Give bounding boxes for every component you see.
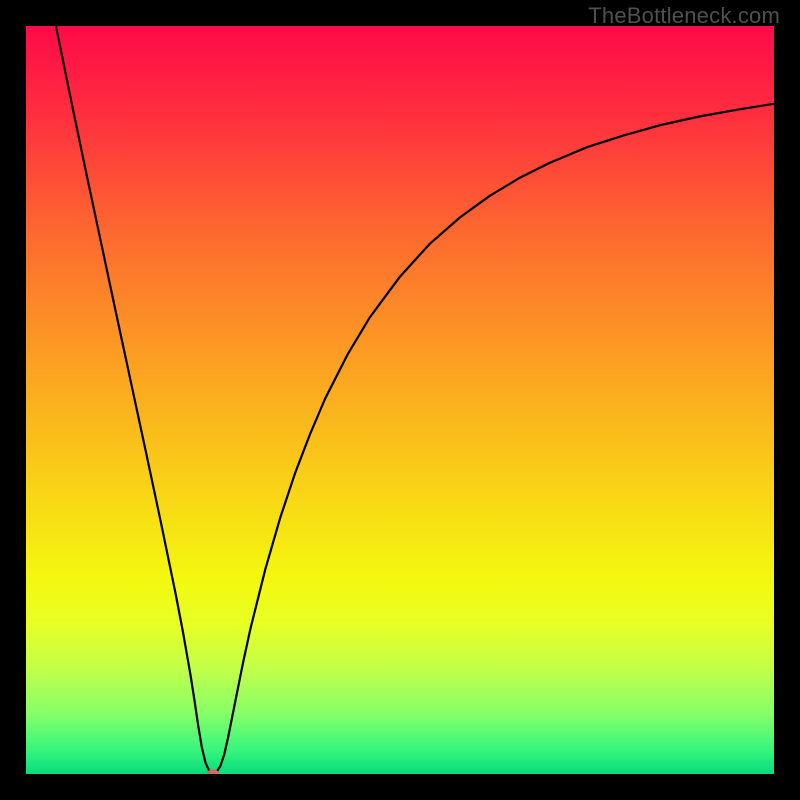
gradient-background bbox=[26, 26, 774, 774]
chart-root: TheBottleneck.com bbox=[0, 0, 800, 800]
watermark-label: TheBottleneck.com bbox=[588, 3, 780, 29]
plot-area bbox=[26, 26, 774, 774]
chart-svg bbox=[26, 26, 774, 774]
